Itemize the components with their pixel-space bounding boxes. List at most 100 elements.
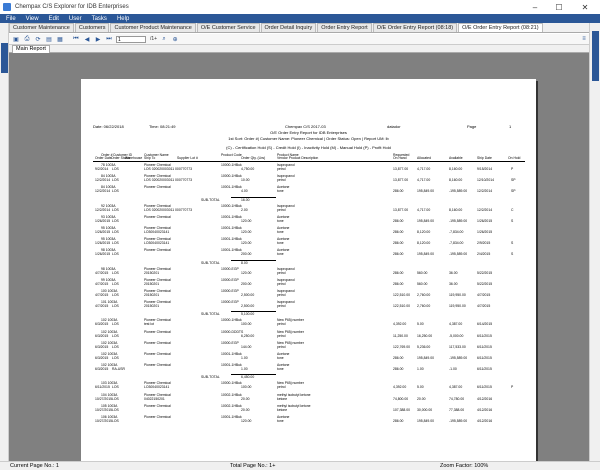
menu-tasks[interactable]: Tasks <box>92 16 107 22</box>
right-dock-tab[interactable] <box>592 31 599 81</box>
cell-req: 13,877.00 <box>393 167 409 171</box>
page-number-input[interactable]: 1 <box>116 35 146 43</box>
cell-hold: P <box>511 385 514 390</box>
parameters-icon[interactable]: ▦ <box>56 35 64 43</box>
last-page-icon[interactable]: ⏭ <box>105 35 113 43</box>
zoom-icon[interactable]: ⊕ <box>171 35 179 43</box>
search-icon[interactable]: ⌕ <box>160 35 168 43</box>
print-icon[interactable]: ⎙ <box>23 35 31 43</box>
cell-alloc: 30,000.00 <box>417 407 433 412</box>
tab-oe-order-entry-report-0821[interactable]: O/E Order Entry Report (08:21) <box>458 23 543 32</box>
tab-customer-maintenance[interactable]: Customer Maintenance <box>9 23 74 32</box>
cell-desc: petrol <box>277 385 286 390</box>
cell-prod: 10001-1HBuk <box>221 226 242 230</box>
group-tree-icon[interactable]: ▤ <box>45 35 53 43</box>
cell-desc: petrol <box>277 293 286 297</box>
cell-avail: -7,834.00 <box>449 230 464 234</box>
cell-req: 286.00 <box>393 218 404 223</box>
report-page-label: Page <box>467 124 477 129</box>
cell-alloc: 8,120.00 <box>417 241 431 246</box>
cell-prod: 10000-EGP <box>221 266 239 271</box>
cell-qty: 10.00 <box>241 178 250 183</box>
tab-oe-customer-service[interactable]: O/E Customer Service <box>196 23 260 32</box>
tab-customer-product-maintenance[interactable]: Customer Product Maintenance <box>110 23 196 32</box>
menu-edit[interactable]: Edit <box>49 16 59 22</box>
cell-st: LOS <box>112 419 119 423</box>
maximize-button[interactable]: ☐ <box>548 0 570 14</box>
menu-help[interactable]: Help <box>117 16 129 22</box>
cell-prod: 10000-1HBuk <box>221 174 242 179</box>
left-dock-tab[interactable] <box>1 43 8 73</box>
table-row: 84 1003A 12/2/2014 LOS Pioneer Chemical 1000… <box>81 185 536 195</box>
cell-lot: LOS 020020003011 000770773 <box>144 207 193 212</box>
cell-req: 122,769.00 <box>393 344 410 349</box>
cell-alloc: 5.00 <box>417 322 424 327</box>
cell-ship: 4/12/2016 <box>477 419 493 423</box>
close-button[interactable]: ✕ <box>574 0 596 14</box>
cell-prod: 10001-1HBuk <box>221 237 242 242</box>
cell-cust: Pioneer Chemical <box>144 185 171 190</box>
cell-hold: SP <box>511 178 516 183</box>
status-bar: Current Page No.: 1 Total Page No.: 1+ Z… <box>0 461 600 470</box>
tab-order-entry-report[interactable]: Order Entry Report <box>317 23 372 32</box>
cell-qty: 200.00 <box>241 281 252 286</box>
cell-avail: 119,950.00 <box>449 293 466 297</box>
menu-view[interactable]: View <box>26 16 39 22</box>
cell-desc: petrol <box>277 281 286 286</box>
menu-icon[interactable]: ≡ <box>580 35 588 43</box>
cell-date: 6/11/2015 <box>95 385 110 390</box>
window-title: Chempax C/S Explorer for IDB Enterprises <box>15 4 129 10</box>
subtotal-rule <box>231 196 276 198</box>
cell-date: 12/2/2014 <box>95 207 111 212</box>
cell-req: 286.00 <box>393 356 404 360</box>
cell-ship: 12/10/2014 <box>477 178 494 183</box>
cell-st: LOS <box>112 344 119 349</box>
cell-alloc: 195,849.00 <box>417 189 434 194</box>
tab-order-detail-inquiry[interactable]: Order Detail Inquiry <box>260 23 317 32</box>
cell-qty: 2,500.00 <box>241 304 255 309</box>
subtotal-label: SUB-TOTAL <box>201 375 220 380</box>
menu-user[interactable]: User <box>69 16 82 22</box>
col-ship-date: Ship Date <box>477 156 492 160</box>
cell-lot: 20150201 <box>144 270 160 275</box>
cell-req: 13,877.00 <box>393 178 409 183</box>
cell-date: 4/7/2015 <box>95 270 109 275</box>
col-warehouse: Warehouse <box>125 156 143 160</box>
cell-qty: 1.00 <box>241 356 248 360</box>
report-system: Chempax C/S 2017-03 <box>285 124 326 129</box>
tab-customers[interactable]: Customers <box>74 23 110 32</box>
report-viewer[interactable]: Date: 06/22/2018 Time: 08:21:49 Chempax … <box>9 53 589 461</box>
cell-lot: 20150201 <box>144 293 160 297</box>
cell-date: 6/3/2015 <box>95 344 109 349</box>
menu-file[interactable]: File <box>6 16 16 22</box>
cell-date: 10/27/2015 <box>95 419 112 423</box>
col-allocated: Allocated <box>417 156 431 160</box>
table-row: 101 1003A 4/7/2015 LOS Pioneer Chemical 2015… <box>81 300 536 310</box>
cell-alloc: 560.00 <box>417 270 428 275</box>
cell-cust: Pioneer Chemical <box>144 214 171 219</box>
export-icon[interactable]: ▣ <box>12 35 20 43</box>
cell-st: LOS <box>112 281 119 286</box>
minimize-button[interactable]: – <box>524 0 546 14</box>
cell-ship: 6/11/2015 <box>477 367 492 372</box>
first-page-icon[interactable]: ⏮ <box>72 35 80 43</box>
cell-ship: 6/11/2015 <box>477 385 492 390</box>
report-hold-legend: (C) - Certification Hold (S) - Credit Ho… <box>226 145 391 150</box>
cell-desc: tone <box>277 252 284 257</box>
tab-oe-order-entry-report-0818[interactable]: O/E Order Entry Report (08:18) <box>372 23 458 32</box>
report-sort: 1st Sort: Order #| Customer Name: Pionee… <box>228 136 389 141</box>
cell-desc: petrol <box>277 167 286 171</box>
subtotal-label: SUB-TOTAL <box>201 197 220 202</box>
cell-alloc: 1.00 <box>417 367 424 372</box>
report-toolbar: ▣ ⎙ ⟳ ▤ ▦ ⏮ ◀ ▶ ⏭ 1 /1+ ⌕ ⊕ ≡ <box>9 34 589 45</box>
status-zoom: Zoom Factor: 100% <box>440 463 489 469</box>
cell-prod: 10000-1HBuk <box>221 203 242 208</box>
next-page-icon[interactable]: ▶ <box>94 35 102 43</box>
tab-main-report[interactable]: Main Report <box>12 45 50 53</box>
previous-page-icon[interactable]: ◀ <box>83 35 91 43</box>
cell-desc: tone <box>277 218 284 223</box>
cell-alloc: 4,717.00 <box>417 178 431 183</box>
report-page-number: 1 <box>509 124 512 129</box>
cell-alloc: 195,849.00 <box>417 252 434 257</box>
refresh-icon[interactable]: ⟳ <box>34 35 42 43</box>
